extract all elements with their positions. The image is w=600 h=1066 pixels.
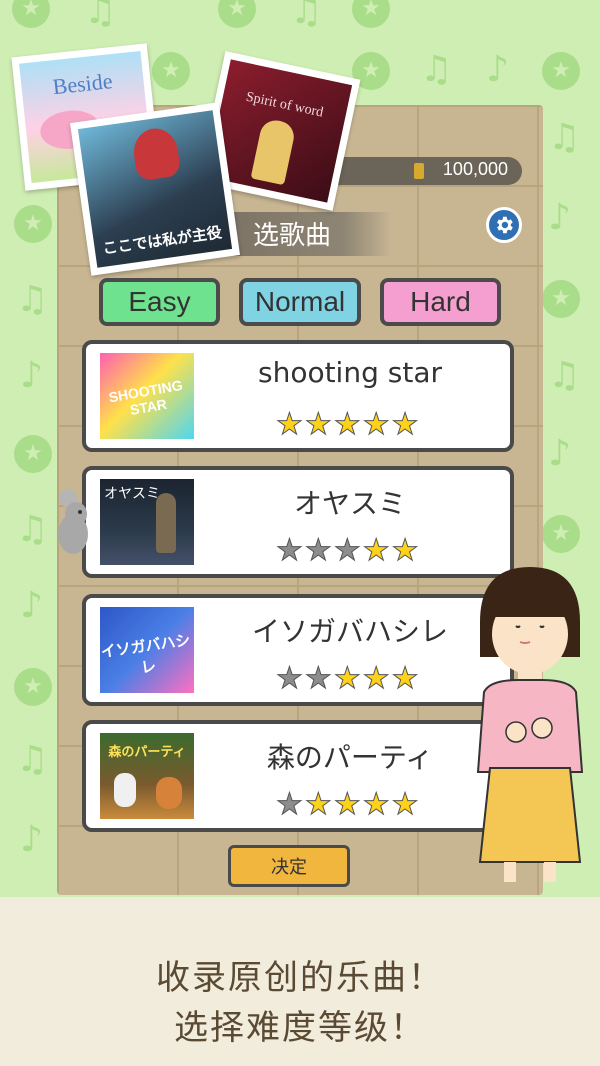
album-title: Spirit of word — [244, 89, 325, 121]
star-filled-icon: ★ — [362, 661, 390, 696]
song-title: 森のパーティ — [266, 741, 434, 774]
star-filled-icon: ★ — [304, 407, 332, 442]
difficulty-stars: ★ ★ ★ ★ ★ — [276, 533, 420, 568]
album-cover-koko-dewa[interactable]: ここでは私が主役 — [70, 102, 240, 276]
tab-normal[interactable]: Normal — [239, 278, 361, 326]
coin-icon — [14, 668, 52, 706]
star-filled-icon: ★ — [333, 661, 361, 696]
coin-icon — [152, 52, 190, 90]
coin-icon — [218, 0, 256, 28]
coin-icon — [12, 0, 50, 28]
star-filled-icon: ★ — [391, 533, 419, 568]
person-icon — [156, 493, 176, 553]
star-empty-icon: ★ — [304, 661, 332, 696]
star-empty-icon: ★ — [333, 533, 361, 568]
animal-icon — [114, 773, 136, 807]
song-card-oyasumi[interactable]: オヤスミ オヤスミ ★ ★ ★ ★ ★ — [82, 466, 514, 578]
confirm-button[interactable]: 决定 — [228, 845, 350, 887]
music-note-icon: ♫ — [16, 279, 49, 320]
music-note-icon: ♪ — [548, 433, 571, 474]
music-note-icon: ♪ — [486, 49, 509, 90]
girl-character-icon — [476, 567, 584, 882]
page-title: 选歌曲 — [253, 221, 332, 251]
promo-line-2: 选择难度等级！ — [174, 1008, 426, 1048]
star-filled-icon: ★ — [304, 787, 332, 822]
star-filled-icon: ★ — [276, 407, 304, 442]
music-note-icon: ♫ — [290, 0, 323, 32]
album-title: Beside — [51, 68, 114, 100]
star-empty-icon: ★ — [276, 533, 304, 568]
score-value: 100,000 — [442, 159, 508, 179]
song-thumbnail: 森のパーティ — [100, 733, 194, 819]
star-filled-icon: ★ — [362, 787, 390, 822]
difficulty-stars: ★ ★ ★ ★ ★ — [276, 407, 420, 442]
coin-chip-icon — [414, 163, 424, 179]
song-card-mori-no-party[interactable]: 森のパーティ 森のパーティ ★ ★ ★ ★ ★ — [82, 720, 514, 832]
star-filled-icon: ★ — [362, 533, 390, 568]
music-note-icon: ♪ — [20, 819, 43, 860]
promo-line-1: 收录原创的乐曲！ — [156, 958, 444, 998]
tab-hard[interactable]: Hard — [380, 278, 501, 326]
coin-icon — [14, 205, 52, 243]
coin-icon — [542, 52, 580, 90]
music-note-icon: ♪ — [20, 355, 43, 396]
star-filled-icon: ★ — [391, 407, 419, 442]
girl-silhouette-icon — [250, 117, 297, 186]
coin-icon — [14, 435, 52, 473]
gear-icon — [497, 216, 513, 234]
settings-button[interactable] — [486, 207, 522, 243]
star-empty-icon: ★ — [304, 533, 332, 568]
thumbnail-text: イソガバハシレ — [100, 630, 192, 677]
coin-icon — [352, 0, 390, 28]
thumbnail-text: 森のパーティ — [108, 745, 186, 760]
star-filled-icon: ★ — [333, 787, 361, 822]
thumbnail-text: オヤスミ — [104, 486, 160, 502]
star-filled-icon: ★ — [333, 407, 361, 442]
music-note-icon: ♫ — [548, 117, 581, 158]
character-icon — [130, 125, 182, 182]
music-note-icon: ♫ — [420, 49, 453, 90]
music-note-icon: ♫ — [16, 739, 49, 780]
song-thumbnail: イソガバハシレ — [100, 607, 194, 693]
mouse-character-icon — [58, 489, 88, 554]
music-note-icon: ♪ — [20, 585, 43, 626]
music-note-icon: ♫ — [548, 355, 581, 396]
song-card-isogaba-hashire[interactable]: イソガバハシレ イソガバハシレ ★ ★ ★ ★ ★ — [82, 594, 514, 706]
song-card-shooting-star[interactable]: SHOOTING STAR shooting star ★ ★ ★ ★ ★ — [82, 340, 514, 452]
star-filled-icon: ★ — [362, 407, 390, 442]
music-note-icon: ♪ — [548, 197, 571, 238]
difficulty-stars: ★ ★ ★ ★ ★ — [276, 661, 420, 696]
star-filled-icon: ★ — [391, 661, 419, 696]
album-title: ここでは私が主役 — [101, 222, 223, 258]
song-thumbnail: オヤスミ — [100, 479, 194, 565]
coin-icon — [542, 280, 580, 318]
song-thumbnail: SHOOTING STAR — [100, 353, 194, 439]
song-title: イソガバハシレ — [251, 615, 448, 648]
star-filled-icon: ★ — [391, 787, 419, 822]
music-note-icon: ♫ — [16, 509, 49, 550]
difficulty-stars: ★ ★ ★ ★ ★ — [276, 787, 420, 822]
thumbnail-text: SHOOTING STAR — [107, 376, 184, 418]
song-title: shooting star — [257, 356, 442, 389]
tab-easy[interactable]: Easy — [99, 278, 220, 326]
star-empty-icon: ★ — [276, 787, 304, 822]
song-title: オヤスミ — [293, 487, 406, 520]
animal-icon — [156, 777, 182, 809]
music-note-icon: ♫ — [84, 0, 117, 32]
star-empty-icon: ★ — [276, 661, 304, 696]
coin-icon — [542, 515, 580, 553]
